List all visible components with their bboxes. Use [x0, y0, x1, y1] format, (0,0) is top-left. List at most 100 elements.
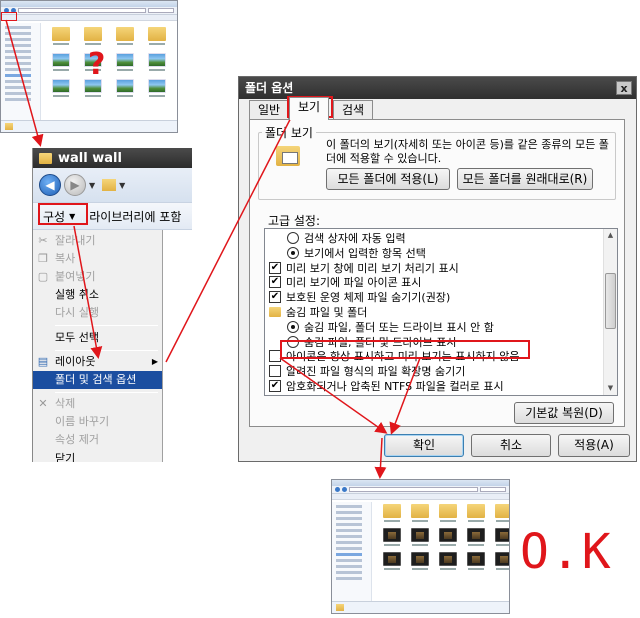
dialog-title: 폴더 옵션	[245, 81, 294, 95]
back-arrow-icon[interactable]: ◀	[39, 174, 61, 196]
menu-item-delete[interactable]: ✕ 삭제	[33, 395, 162, 413]
radio-unselected[interactable]	[287, 232, 299, 244]
explorer-toolbar	[1, 15, 177, 21]
advanced-setting-row[interactable]: ✔ 암호화되거나 압축된 NTFS 파일을 컬러로 표시	[265, 379, 603, 394]
folder-thumbnail	[492, 504, 509, 522]
apply-to-all-folders-button[interactable]: 모든 폴더에 적용(L)	[326, 168, 450, 190]
folder-view-icon	[276, 146, 300, 166]
advanced-setting-row[interactable]: ✔ 미리 보기에 파일 아이콘 표시	[265, 275, 603, 290]
layout-icon: ▤	[37, 355, 49, 368]
forward-arrow-icon[interactable]: ▶	[64, 174, 86, 196]
organize-highlight-small	[1, 12, 17, 21]
image-thumbnail	[177, 27, 178, 45]
advanced-setting-row[interactable]: 알려진 파일 형식의 파일 확장명 숨기기	[265, 364, 603, 379]
checkbox-checked[interactable]: ✔	[269, 276, 281, 289]
scissors-icon: ✂	[38, 234, 48, 247]
checkbox-checked[interactable]: ✔	[269, 291, 281, 304]
image-thumbnail	[177, 79, 178, 97]
cancel-button[interactable]: 취소	[471, 434, 551, 457]
advanced-settings-label: 고급 설정:	[268, 214, 321, 228]
menu-separator	[55, 392, 158, 393]
folder-thumbnail	[81, 27, 105, 45]
delete-icon: ✕	[38, 397, 48, 410]
menu-item-redo[interactable]: 다시 실행	[33, 304, 162, 322]
image-thumbnail	[49, 53, 73, 71]
submenu-arrow-icon: ▶	[151, 357, 158, 366]
explorer-status-bar	[1, 120, 177, 132]
advanced-setting-label: 미리 보기에 파일 아이콘 표시	[286, 276, 422, 290]
checkbox-checked[interactable]: ✔	[269, 261, 281, 274]
advanced-setting-row[interactable]: ✔ 미리 보기 창에 미리 보기 처리기 표시	[265, 261, 603, 276]
advanced-setting-row[interactable]: 검색 상자에 자동 입력	[265, 231, 603, 246]
advanced-setting-row[interactable]: 숨김 파일, 폴더 또는 드라이브 표시 안 함	[265, 320, 603, 335]
folder-icon	[269, 307, 281, 317]
window-title-bar: wall wall	[33, 148, 192, 168]
tab-view[interactable]: 보기	[289, 97, 330, 120]
reset-all-folders-button[interactable]: 모든 폴더를 원래대로(R)	[457, 168, 593, 190]
tab-general[interactable]: 일반	[249, 100, 290, 120]
apply-button[interactable]: 적용(A)	[558, 434, 630, 457]
tab-search[interactable]: 검색	[333, 100, 374, 120]
folder-thumbnail	[49, 27, 73, 45]
folder-options-dialog: 폴더 옵션 x 일반 보기 검색 폴더 보기 이 폴더의 보기(자세히 또는 아…	[238, 76, 637, 462]
scroll-up-icon[interactable]: ▲	[604, 229, 617, 242]
advanced-setting-row[interactable]: 보기에서 입력한 항목 선택	[265, 246, 603, 261]
restore-defaults-button[interactable]: 기본값 복원(D)	[514, 402, 614, 424]
folder-view-label: 폴더 보기	[262, 124, 316, 141]
video-file-icon	[464, 528, 488, 546]
video-file-icon	[408, 528, 432, 546]
menu-item-folder-search-options[interactable]: 폴더 및 검색 옵션	[33, 371, 162, 389]
close-icon[interactable]: x	[616, 81, 632, 95]
advanced-setting-row[interactable]: ✔ 보호된 운영 체제 파일 숨기기(권장)	[265, 290, 603, 305]
advanced-setting-label: 암호화되거나 압축된 NTFS 파일을 컬러로 표시	[286, 380, 504, 393]
checkbox-unchecked[interactable]	[269, 365, 281, 378]
recent-pages-dropdown-icon[interactable]: ▼	[89, 181, 95, 190]
image-thumbnail	[113, 53, 137, 71]
view-tab-panel: 폴더 보기 이 폴더의 보기(자세히 또는 아이콘 등)를 같은 종류의 모든 …	[249, 119, 625, 427]
copy-icon: ❐	[38, 252, 48, 265]
menu-item-rename[interactable]: 이름 바꾸기	[33, 413, 162, 431]
folder-thumbnail	[408, 504, 432, 522]
menu-item-remove-properties[interactable]: 속성 제거	[33, 431, 162, 449]
folder-thumbnail	[380, 504, 404, 522]
advanced-settings-scrollbar[interactable]: ▲ ▼	[603, 229, 617, 395]
advanced-setting-row[interactable]: 숨김 파일 및 폴더	[265, 305, 603, 320]
menu-item-select-all[interactable]: 모두 선택	[33, 329, 162, 347]
menu-item-copy[interactable]: ❐ 복사	[33, 250, 162, 268]
advanced-setting-label: 숨김 파일, 폴더 또는 드라이브 표시 안 함	[304, 320, 494, 334]
checkbox-checked[interactable]: ✔	[269, 380, 281, 392]
explorer-file-grid	[380, 504, 509, 570]
radio-selected[interactable]	[287, 320, 299, 333]
explorer-nav-pane	[1, 23, 41, 120]
menu-separator	[55, 350, 158, 351]
organize-highlight	[38, 203, 88, 225]
scroll-down-icon[interactable]: ▼	[604, 382, 617, 395]
include-in-library-button[interactable]: 라이브러리에 포함	[89, 208, 181, 225]
folder-thumbnail	[464, 504, 488, 522]
advanced-setting-label: 미리 보기 창에 미리 보기 처리기 표시	[286, 261, 459, 275]
menu-item-close[interactable]: 닫기	[33, 450, 162, 462]
advanced-settings-list[interactable]: 검색 상자에 자동 입력 보기에서 입력한 항목 선택 ✔ 미리 보기 창에 미리 보…	[264, 228, 618, 396]
menu-item-undo[interactable]: 실행 취소	[33, 286, 162, 304]
video-file-icon	[436, 552, 460, 570]
explorer-address-bar	[332, 486, 509, 494]
advanced-setting-label: 검색 상자에 자동 입력	[304, 232, 406, 245]
video-file-icon	[464, 552, 488, 570]
menu-item-paste[interactable]: ▢ 붙여넣기	[33, 268, 162, 286]
folder-thumbnail	[113, 27, 137, 45]
folder-thumbnail	[145, 27, 169, 45]
video-file-icon	[436, 528, 460, 546]
advanced-setting-label: 숨김 파일 및 폴더	[286, 306, 368, 319]
menu-item-layout[interactable]: ▤ 레이아웃 ▶	[33, 353, 162, 371]
image-thumbnail	[145, 79, 169, 97]
radio-selected[interactable]	[287, 246, 299, 259]
video-file-icon	[380, 528, 404, 546]
explorer-file-grid	[49, 27, 178, 97]
show-icons-never-thumbnails-highlight	[280, 340, 530, 359]
scrollbar-thumb[interactable]	[605, 273, 616, 329]
image-thumbnail	[113, 79, 137, 97]
menu-item-cut[interactable]: ✂ 잘라내기	[33, 232, 162, 250]
video-file-icon	[492, 552, 509, 570]
ok-button[interactable]: 확인	[384, 434, 464, 457]
address-chevron-icon[interactable]: ▼	[119, 181, 125, 190]
